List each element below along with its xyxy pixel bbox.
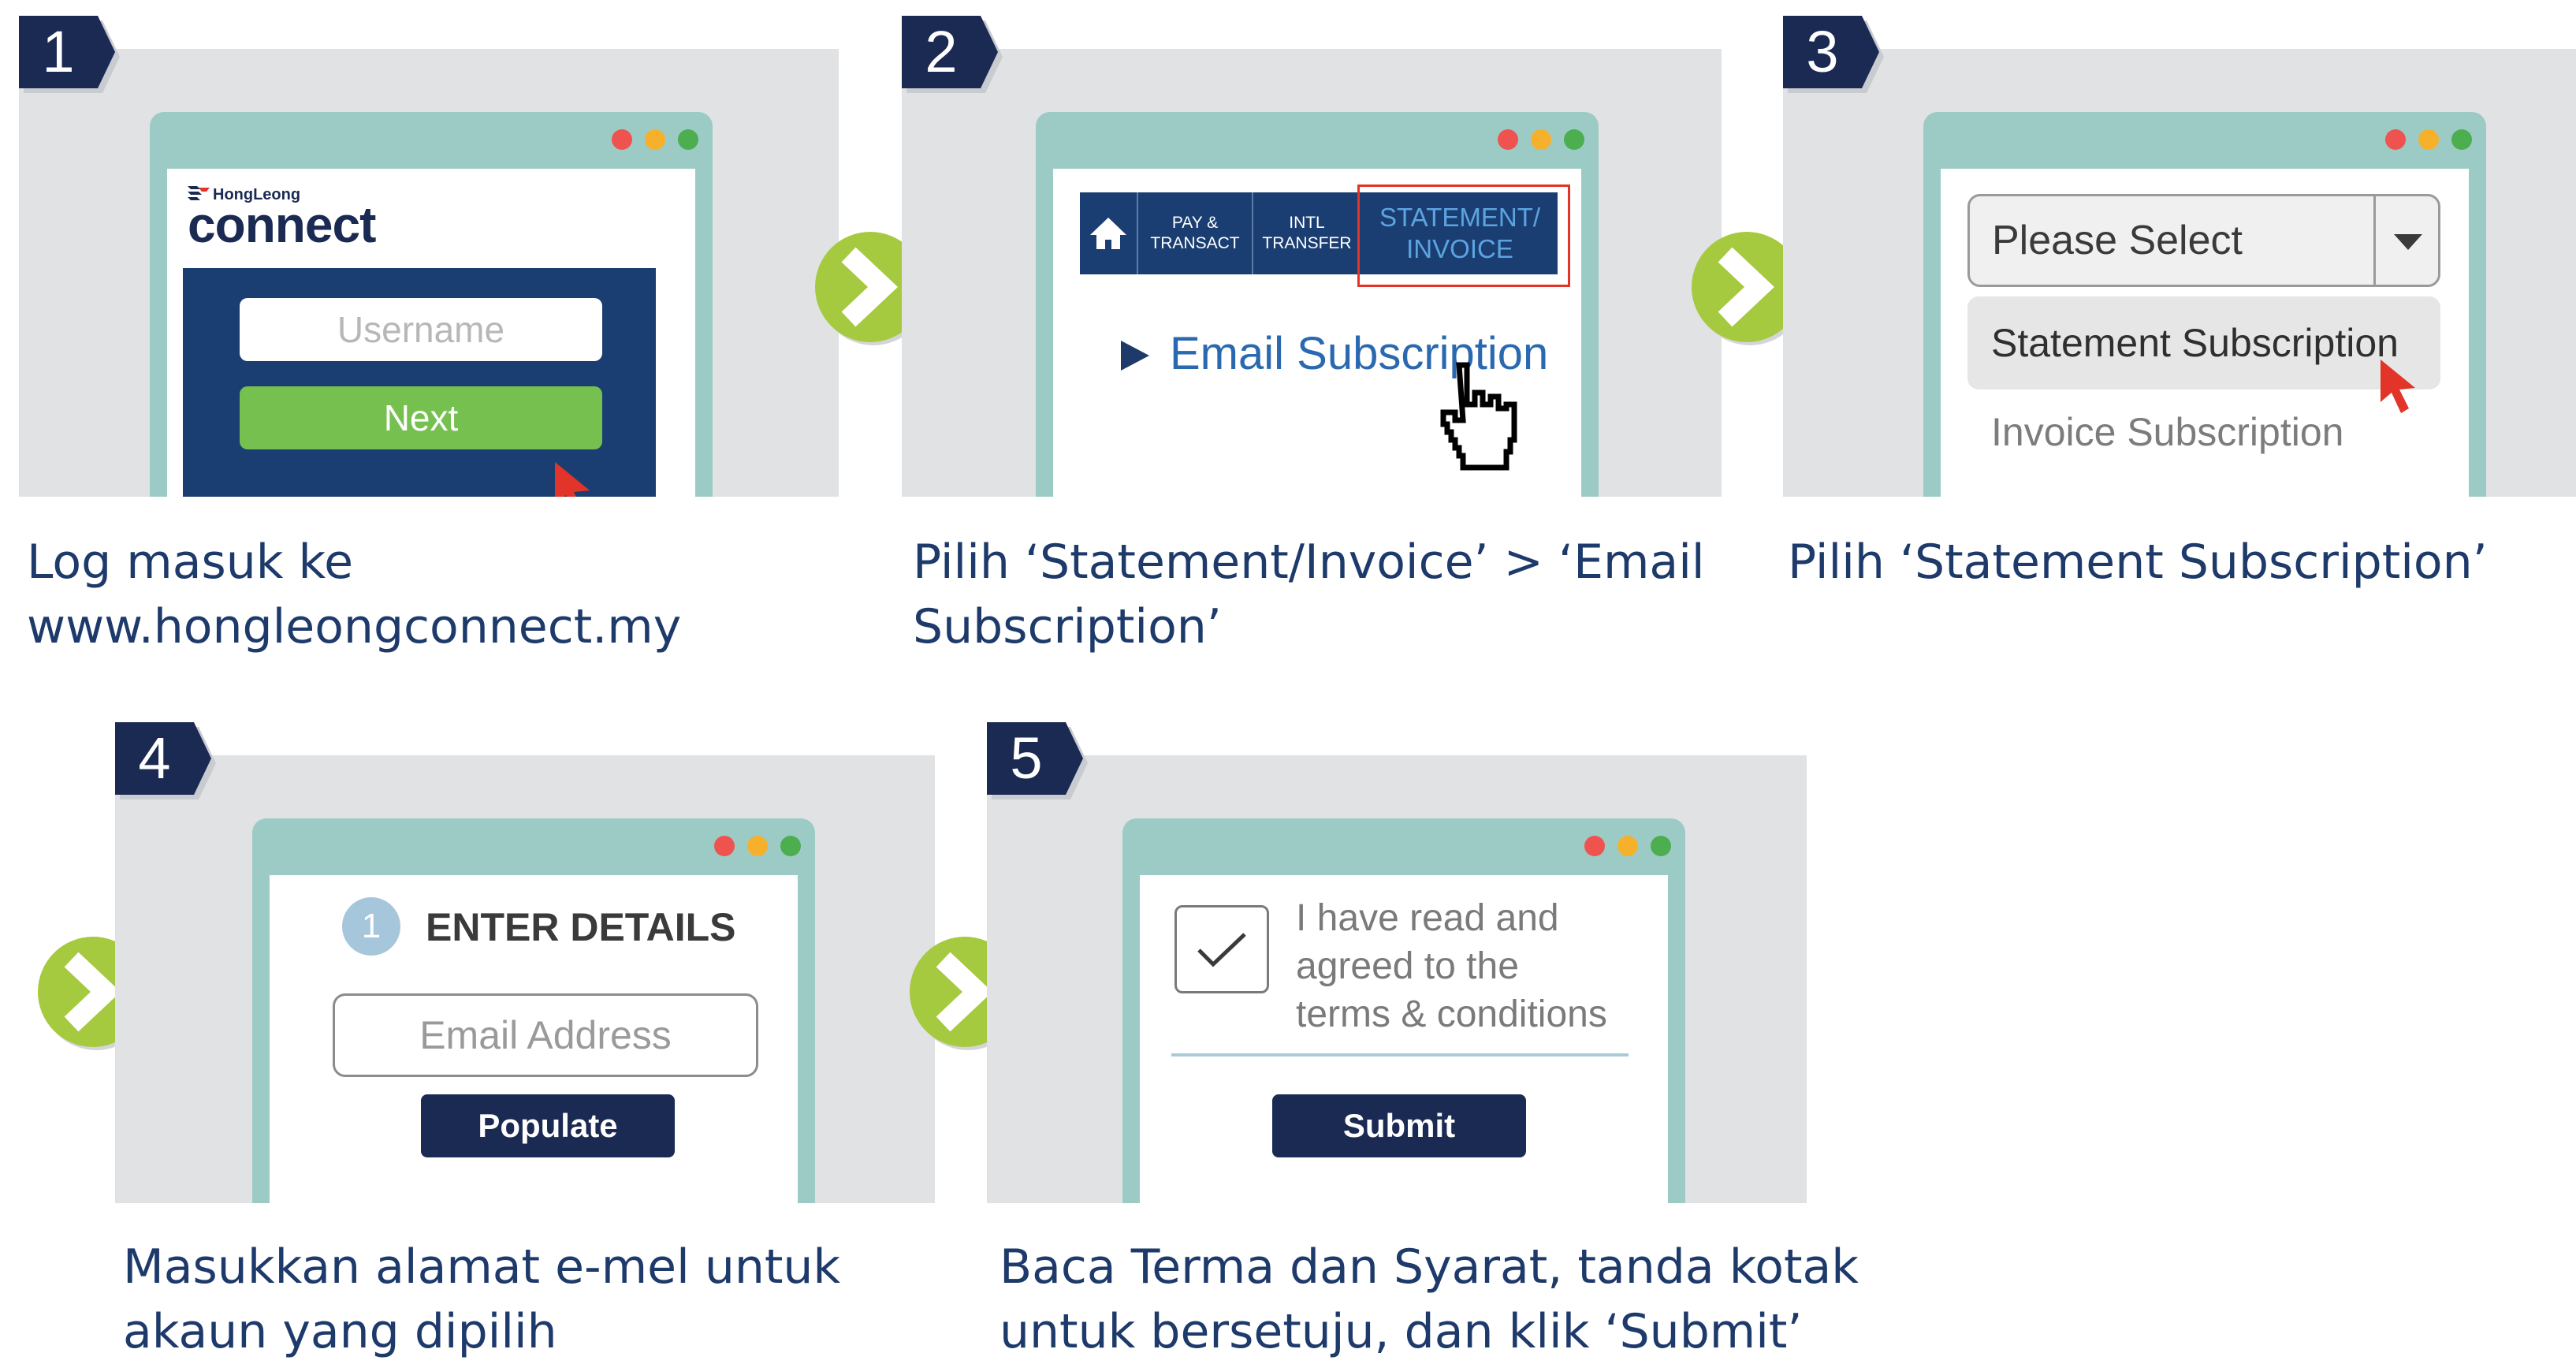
username-input[interactable]: Username bbox=[240, 298, 602, 361]
minimize-dot-icon[interactable] bbox=[645, 129, 665, 150]
next-button[interactable]: Next bbox=[240, 386, 602, 449]
step-4-number: 4 bbox=[138, 725, 171, 791]
step-2-number: 2 bbox=[925, 19, 958, 84]
close-dot-icon[interactable] bbox=[1498, 129, 1518, 150]
nav-home[interactable] bbox=[1080, 192, 1138, 274]
nav-pay-transact[interactable]: PAY & TRANSACT bbox=[1138, 192, 1253, 274]
nav-intl-line1: INTL bbox=[1289, 214, 1325, 232]
step-4-panel: 1 ENTER DETAILS Email Address Populate bbox=[115, 755, 935, 1203]
step-1-caption-line2: www.hongleongconnect.my bbox=[27, 599, 682, 654]
play-triangle-icon bbox=[1121, 341, 1149, 371]
highlight-box bbox=[1357, 184, 1570, 287]
red-cursor-icon bbox=[2381, 360, 2415, 413]
chevron-down-icon[interactable] bbox=[2392, 233, 2424, 252]
divider bbox=[1171, 1053, 1629, 1057]
nav-intl-transfer[interactable]: INTL TRANSFER bbox=[1253, 192, 1361, 274]
close-dot-icon[interactable] bbox=[612, 129, 632, 150]
terms-checkbox[interactable] bbox=[1174, 905, 1269, 993]
step-2-caption-line2: Subscription’ bbox=[913, 599, 1222, 654]
browser-window: PAY & TRANSACT INTL TRANSFER STATEMENT/ … bbox=[1036, 112, 1599, 497]
select-value: Please Select bbox=[1992, 218, 2243, 263]
step-1-number: 1 bbox=[42, 19, 75, 84]
step-4-caption-line2: akaun yang dipilih bbox=[123, 1304, 557, 1359]
step-3-number: 3 bbox=[1806, 19, 1839, 84]
window-content: I have read and agreed to the terms & co… bbox=[1140, 875, 1668, 1203]
maximize-dot-icon[interactable] bbox=[678, 129, 698, 150]
window-content: PAY & TRANSACT INTL TRANSFER STATEMENT/ … bbox=[1053, 169, 1581, 497]
subscription-select[interactable]: Please Select bbox=[1967, 194, 2440, 287]
nav-pay-line1: PAY & bbox=[1171, 214, 1219, 232]
red-cursor-icon bbox=[555, 462, 590, 497]
pointer-hand-icon bbox=[1440, 362, 1517, 471]
terms-line2: agreed to the bbox=[1296, 945, 1519, 987]
select-divider bbox=[2373, 196, 2376, 285]
browser-window: HongLeong connect Username Next bbox=[150, 112, 713, 497]
step-5-number: 5 bbox=[1010, 725, 1043, 791]
step-5-caption: Baca Terma dan Syarat, tanda kotak untuk… bbox=[1000, 1235, 1859, 1364]
nav-intl-line2: TRANSFER bbox=[1262, 234, 1352, 252]
browser-window: I have read and agreed to the terms & co… bbox=[1122, 818, 1685, 1203]
step-5-panel: I have read and agreed to the terms & co… bbox=[987, 755, 1807, 1203]
step-2-caption-line1: Pilih ‘Statement/Invoice’ > ‘Email bbox=[913, 535, 1705, 590]
minimize-dot-icon[interactable] bbox=[1617, 836, 1638, 856]
step-2-badge: 2 bbox=[902, 16, 1004, 95]
browser-window: Please Select Statement Subscription Inv… bbox=[1923, 112, 2486, 497]
home-icon bbox=[1090, 218, 1126, 249]
step-2-caption: Pilih ‘Statement/Invoice’ > ‘Email Subsc… bbox=[913, 530, 1705, 659]
option-invoice-subscription[interactable]: Invoice Subscription bbox=[1991, 393, 2343, 471]
step-3-caption-line1: Pilih ‘Statement Subscription’ bbox=[1788, 535, 2488, 590]
terms-line1: I have read and bbox=[1296, 897, 1559, 939]
logo-connect-text: connect bbox=[188, 196, 376, 253]
browser-window: 1 ENTER DETAILS Email Address Populate bbox=[252, 818, 815, 1203]
terms-line3: terms & conditions bbox=[1296, 993, 1607, 1035]
minimize-dot-icon[interactable] bbox=[747, 836, 768, 856]
step-3-caption: Pilih ‘Statement Subscription’ bbox=[1788, 530, 2488, 594]
minimize-dot-icon[interactable] bbox=[2418, 129, 2439, 150]
close-dot-icon[interactable] bbox=[1584, 836, 1605, 856]
nav-pay-line2: TRANSACT bbox=[1150, 234, 1240, 252]
checkmark-icon bbox=[1197, 933, 1246, 967]
close-dot-icon[interactable] bbox=[2385, 129, 2406, 150]
option-statement-subscription[interactable]: Statement Subscription bbox=[1967, 296, 2440, 389]
maximize-dot-icon[interactable] bbox=[780, 836, 801, 856]
submit-button[interactable]: Submit bbox=[1272, 1094, 1526, 1157]
step-4-badge: 4 bbox=[115, 722, 218, 801]
enter-details-heading: ENTER DETAILS bbox=[426, 905, 736, 949]
step-2-panel: PAY & TRANSACT INTL TRANSFER STATEMENT/ … bbox=[902, 49, 1722, 497]
step-5-caption-line1: Baca Terma dan Syarat, tanda kotak bbox=[1000, 1239, 1859, 1295]
terms-text: I have read and agreed to the terms & co… bbox=[1296, 894, 1607, 1038]
step-1-panel: HongLeong connect Username Next bbox=[19, 49, 839, 497]
window-content: Please Select Statement Subscription Inv… bbox=[1941, 169, 2469, 497]
populate-button[interactable]: Populate bbox=[421, 1094, 675, 1157]
step-5-caption-line2: untuk bersetuju, dan klik ‘Submit’ bbox=[1000, 1304, 1803, 1359]
maximize-dot-icon[interactable] bbox=[1651, 836, 1671, 856]
email-address-input[interactable]: Email Address bbox=[333, 993, 758, 1077]
step-1-caption-line1: Log masuk ke bbox=[27, 535, 354, 590]
maximize-dot-icon[interactable] bbox=[1564, 129, 1584, 150]
step-1-badge: 1 bbox=[19, 16, 121, 95]
window-content: 1 ENTER DETAILS Email Address Populate bbox=[270, 875, 798, 1203]
step-3-panel: Please Select Statement Subscription Inv… bbox=[1783, 49, 2576, 497]
step-1-caption: Log masuk ke www.hongleongconnect.my bbox=[27, 530, 681, 659]
option-statement-label: Statement Subscription bbox=[1991, 321, 2399, 365]
maximize-dot-icon[interactable] bbox=[2451, 129, 2472, 150]
step-circle: 1 bbox=[342, 897, 400, 956]
step-3-badge: 3 bbox=[1783, 16, 1885, 95]
minimize-dot-icon[interactable] bbox=[1531, 129, 1551, 150]
close-dot-icon[interactable] bbox=[714, 836, 735, 856]
window-content: HongLeong connect Username Next bbox=[167, 169, 695, 497]
step-4-caption-line1: Masukkan alamat e-mel untuk bbox=[123, 1239, 841, 1295]
step-5-badge: 5 bbox=[987, 722, 1089, 801]
step-4-caption: Masukkan alamat e-mel untuk akaun yang d… bbox=[123, 1235, 840, 1364]
